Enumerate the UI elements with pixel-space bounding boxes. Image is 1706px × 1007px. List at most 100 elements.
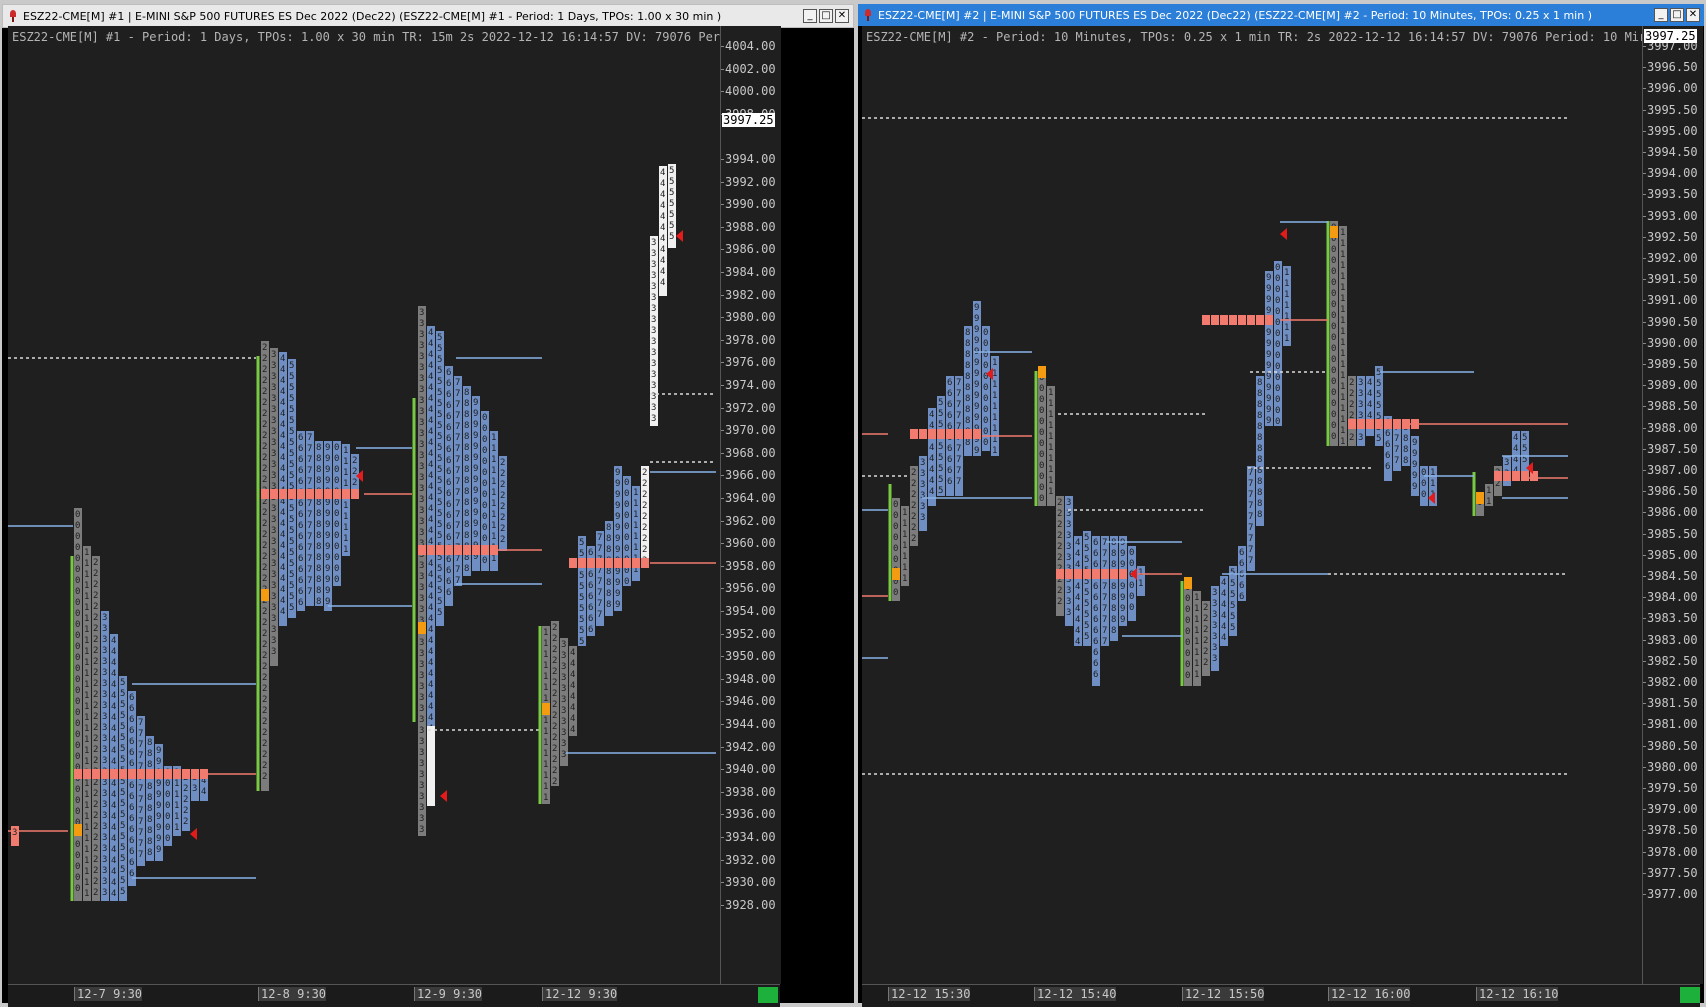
tpo-letter: 5 <box>437 476 442 486</box>
tpo-letter: 4 <box>929 410 934 420</box>
tpo-letter: 0 <box>1185 594 1190 604</box>
tpo-letter: 1 <box>1048 388 1053 398</box>
tpo-letter: 3 <box>102 635 107 645</box>
tpo-letter: 5 <box>289 416 294 426</box>
tpo-letter: 9 <box>473 398 478 408</box>
tpo-letter: 1 <box>1340 239 1345 249</box>
tpo-letter: 1 <box>1486 497 1491 507</box>
tpo-letter: 1 <box>992 446 997 456</box>
tpo-letter: 9 <box>1266 405 1271 415</box>
tpo-letter: 5 <box>669 221 674 231</box>
tpo-letter: 5 <box>669 232 674 242</box>
time-axis[interactable]: 12-12 15:30 12-12 15:40 12-12 15:50 12-12 1… <box>862 984 1700 1007</box>
tpo-letter: 0 <box>334 520 339 530</box>
tpo-letter: 4 <box>570 648 575 658</box>
tpo-letter: 2 <box>93 679 98 689</box>
tpo-letter: 4 <box>428 691 433 701</box>
tpo-letter: 8 <box>606 567 611 577</box>
tpo-letter: 0 <box>983 328 988 338</box>
tpo-letter: 3 <box>1066 553 1071 563</box>
tpo-letter: 0 <box>75 598 80 608</box>
tpo-letter: 0 <box>1275 351 1280 361</box>
tpo-letter: 9 <box>615 534 620 544</box>
tpo-chart-area[interactable]: ESZ22-CME[M] #1 - Period: 1 Days, TPOs: … <box>8 26 720 984</box>
tpo-letter: 1 <box>1048 399 1053 409</box>
tpo-letter: 1 <box>84 669 89 679</box>
tpo-letter: 1 <box>491 455 496 465</box>
tpo-letter: 8 <box>464 520 469 530</box>
tpo-letter: 2 <box>93 558 98 568</box>
price-tick-label: 3977.50 <box>1643 865 1698 880</box>
tpo-letter: 0 <box>75 664 80 674</box>
tpo-letter: 1 <box>1284 334 1289 344</box>
tpo-letter: 9 <box>1120 560 1125 570</box>
tpo-letter: 1 <box>84 559 89 569</box>
tpo-letter: 3 <box>651 260 656 270</box>
tpo-letter: 6 <box>298 565 303 575</box>
tpo-letter: 0 <box>1129 603 1134 613</box>
tpo-letter: 0 <box>75 840 80 850</box>
tpo-chart-area[interactable]: ESZ22-CME[M] #2 - Period: 10 Minutes, TP… <box>862 26 1642 984</box>
tpo-letter: 3 <box>1212 599 1217 609</box>
tpo-letter: 9 <box>473 464 478 474</box>
tpo-letter: 7 <box>597 544 602 554</box>
tpo-letter: 6 <box>1385 451 1390 461</box>
tpo-letter: 0 <box>165 834 170 844</box>
tpo-letter: 6 <box>947 389 952 399</box>
tpo-letter: 2 <box>552 733 557 743</box>
tpo-letter: 0 <box>1275 417 1280 427</box>
tpo-letter: 3 <box>419 506 424 516</box>
tpo-letter: 1 <box>491 466 496 476</box>
tpo-letter: 6 <box>947 444 952 454</box>
tpo-letter: 1 <box>1048 421 1053 431</box>
tpo-letter: 8 <box>606 578 611 588</box>
tpo-letter: 0 <box>893 533 898 543</box>
tpo-letter: 0 <box>1275 329 1280 339</box>
tpo-letter: 5 <box>1084 544 1089 554</box>
tpo-letter: 9 <box>325 531 330 541</box>
tpo-letter: 0 <box>482 512 487 522</box>
minimize-button[interactable]: _ <box>803 9 817 23</box>
tpo-letter: 6 <box>298 510 303 520</box>
chart-window-2[interactable]: ESZ22-CME[M] #2 | E-MINI S&P 500 FUTURES… <box>858 4 1704 1007</box>
tpo-letter: 2 <box>1057 509 1062 519</box>
price-axis[interactable]: 3997.00 3996.50 3996.00 3995.50 3995.00 3994.… <box>1642 26 1703 984</box>
price-tick-label: 3987.50 <box>1643 441 1698 456</box>
maximize-button[interactable]: □ <box>819 9 833 23</box>
close-button[interactable]: ✕ <box>1686 8 1700 22</box>
tpo-letter: 8 <box>316 509 321 519</box>
tpo-letter: 7 <box>1394 434 1399 444</box>
maximize-button[interactable]: □ <box>1670 8 1684 22</box>
tpo-letter: 3 <box>419 693 424 703</box>
tpo-letter: 7 <box>1248 545 1253 555</box>
tpo-letter: 1 <box>491 444 496 454</box>
title-bar[interactable]: ESZ22-CME[M] #1 | E-MINI S&P 500 FUTURES… <box>2 4 854 28</box>
tpo-letter: 2 <box>552 678 557 688</box>
tpo-letter: 0 <box>983 405 988 415</box>
tpo-letter: 3 <box>271 504 276 514</box>
minimize-button[interactable]: _ <box>1654 8 1668 22</box>
time-axis[interactable]: 12-7 9:30 12-8 9:30 12-9 9:30 12-12 9:30 <box>8 984 780 1007</box>
tpo-letter: 4 <box>280 398 285 408</box>
tpo-letter: 4 <box>1075 549 1080 559</box>
tpo-letter: 6 <box>129 781 134 791</box>
chart-window-1[interactable]: ESZ22-CME[M] #1 | E-MINI S&P 500 FUTURES… <box>2 4 854 1007</box>
tpo-letter: 9 <box>1266 383 1271 393</box>
tpo-letter: 7 <box>956 466 961 476</box>
tpo-letter: 1 <box>543 650 548 660</box>
tpo-letter: 4 <box>111 658 116 668</box>
tpo-letter: 7 <box>1102 560 1107 570</box>
title-bar[interactable]: ESZ22-CME[M] #2 | E-MINI S&P 500 FUTURES… <box>858 4 1704 26</box>
poc-cell <box>1256 315 1264 325</box>
tpo-letter: 4 <box>111 647 116 657</box>
tpo-letter: 0 <box>482 413 487 423</box>
price-axis[interactable]: 4004.004002.004000.003998.003994.003992.… <box>720 26 781 984</box>
price-tick-label: 3954.00 <box>721 604 776 618</box>
tpo-letter: 0 <box>165 790 170 800</box>
tpo-letter: 3 <box>102 756 107 766</box>
tpo-letter: 3 <box>651 238 656 248</box>
tpo-letter: 1 <box>343 479 348 489</box>
close-button[interactable]: ✕ <box>835 9 849 23</box>
tpo-letter: 1 <box>1048 476 1053 486</box>
tpo-letter: 9 <box>974 325 979 335</box>
